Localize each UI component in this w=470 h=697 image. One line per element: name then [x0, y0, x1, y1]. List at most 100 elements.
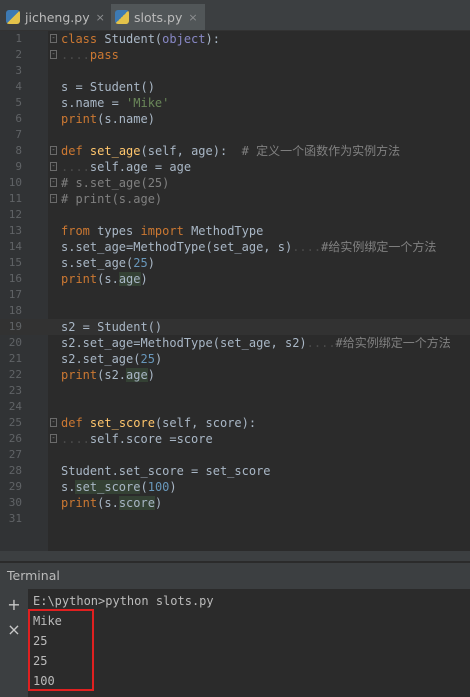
- code-line[interactable]: 13 from types import MethodType: [0, 223, 470, 239]
- code-line[interactable]: 29 s.set_score(100): [0, 479, 470, 495]
- line-number: 23: [8, 384, 22, 397]
- code-text: def set_score(self, score):: [61, 416, 257, 430]
- code-line[interactable]: 15 s.set_age(25): [0, 255, 470, 271]
- code-text: # print(s.age): [61, 192, 163, 206]
- code-line[interactable]: 11 - # print(s.age): [0, 191, 470, 207]
- code-line[interactable]: 6 print(s.name): [0, 111, 470, 127]
- code-line[interactable]: 24: [0, 399, 470, 415]
- code-line[interactable]: 8 - def set_age(self, age): # 定义一个函数作为实例方法: [0, 143, 470, 159]
- tab-label: jicheng.py: [25, 9, 90, 25]
- python-file-icon: [115, 10, 129, 24]
- code-line[interactable]: 19 s2 = Student(): [0, 319, 470, 335]
- close-tab-icon[interactable]: ×: [188, 11, 197, 24]
- terminal-title: Terminal: [0, 562, 470, 589]
- code-text: s2 = Student(): [61, 320, 163, 334]
- code-line[interactable]: 17: [0, 287, 470, 303]
- close-tab-icon[interactable]: ×: [96, 11, 105, 24]
- line-number: 11: [8, 192, 22, 205]
- code-text: s.set_age=MethodType(set_age, s)....#给实例…: [61, 240, 437, 254]
- code-text: # s.set_age(25): [61, 176, 170, 190]
- code-line[interactable]: 23: [0, 383, 470, 399]
- code-line[interactable]: 25 - def set_score(self, score):: [0, 415, 470, 431]
- code-text: ....self.age = age: [61, 160, 192, 174]
- line-number: 3: [15, 64, 22, 77]
- line-number: 18: [8, 304, 22, 317]
- code-line[interactable]: 10 - # s.set_age(25): [0, 175, 470, 191]
- line-number: 22: [8, 368, 22, 381]
- code-line[interactable]: 20 s2.set_age=MethodType(set_age, s2)....…: [0, 335, 470, 351]
- line-number: 17: [8, 288, 22, 301]
- line-number: 8: [15, 144, 22, 157]
- code-text: ....pass: [61, 48, 119, 62]
- tab-slots[interactable]: slots.py ×: [111, 4, 205, 30]
- line-number: 2: [15, 48, 22, 61]
- line-number: 7: [15, 128, 22, 141]
- line-number: 10: [8, 176, 22, 189]
- line-number: 20: [8, 336, 22, 349]
- code-text: ....self.score =score: [61, 432, 213, 446]
- line-number: 28: [8, 464, 22, 477]
- line-number: 26: [8, 432, 22, 445]
- code-line[interactable]: 28 Student.set_score = set_score: [0, 463, 470, 479]
- code-text: print(s2.age): [61, 368, 155, 382]
- code-line[interactable]: 22 print(s2.age): [0, 367, 470, 383]
- fold-marker-icon[interactable]: -: [50, 194, 57, 203]
- line-number: 9: [15, 160, 22, 173]
- line-number: 14: [8, 240, 22, 253]
- line-number: 24: [8, 400, 22, 413]
- line-number: 1: [15, 32, 22, 45]
- output-highlight-box: [28, 609, 94, 691]
- code-text: from types import MethodType: [61, 224, 264, 238]
- code-line[interactable]: 2 - ....pass: [0, 47, 470, 63]
- code-text: class Student(object):: [61, 32, 220, 46]
- editor-tab-bar: jicheng.py × slots.py ×: [0, 0, 470, 31]
- line-number: 6: [15, 112, 22, 125]
- panel-splitter[interactable]: [0, 551, 470, 561]
- code-line[interactable]: 12: [0, 207, 470, 223]
- tab-label: slots.py: [134, 9, 183, 25]
- fold-marker-icon[interactable]: -: [50, 34, 57, 43]
- python-file-icon: [6, 10, 20, 24]
- code-text: s = Student(): [61, 80, 155, 94]
- terminal-command: E:\python>python slots.py: [33, 594, 214, 608]
- code-line[interactable]: 1 - class Student(object):: [0, 31, 470, 47]
- code-text: s.set_age(25): [61, 256, 155, 270]
- code-line[interactable]: 5 s.name = 'Mike': [0, 95, 470, 111]
- line-number: 16: [8, 272, 22, 285]
- fold-marker-icon[interactable]: -: [50, 50, 57, 59]
- code-line[interactable]: 7: [0, 127, 470, 143]
- fold-marker-icon[interactable]: -: [50, 146, 57, 155]
- fold-marker-icon[interactable]: -: [50, 162, 57, 171]
- code-line[interactable]: 30 print(s.score): [0, 495, 470, 511]
- code-line[interactable]: 31: [0, 511, 470, 527]
- line-number: 13: [8, 224, 22, 237]
- code-line[interactable]: 14 s.set_age=MethodType(set_age, s)....#给…: [0, 239, 470, 255]
- line-number: 4: [15, 80, 22, 93]
- add-terminal-icon[interactable]: +: [6, 597, 22, 613]
- fold-marker-icon[interactable]: -: [50, 434, 57, 443]
- code-text: s2.set_age=MethodType(set_age, s2)....#给…: [61, 336, 451, 350]
- code-editor[interactable]: 1- class Student(object): 2- ....pass 3 4 s = …: [0, 31, 470, 551]
- line-number: 12: [8, 208, 22, 221]
- code-text: s.name = 'Mike': [61, 96, 170, 110]
- terminal-panel[interactable]: + × E:\python>python slots.py Mike 25 25…: [0, 589, 470, 697]
- code-text: s.set_score(100): [61, 480, 177, 494]
- code-line[interactable]: 27: [0, 447, 470, 463]
- line-number: 15: [8, 256, 22, 269]
- code-line[interactable]: 16 print(s.age): [0, 271, 470, 287]
- code-line[interactable]: 26 - ....self.score =score: [0, 431, 470, 447]
- code-line[interactable]: 21 s2.set_age(25): [0, 351, 470, 367]
- fold-marker-icon[interactable]: -: [50, 178, 57, 187]
- line-number: 25: [8, 416, 22, 429]
- line-number: 5: [15, 96, 22, 109]
- code-text: def set_age(self, age): # 定义一个函数作为实例方法: [61, 144, 401, 158]
- tab-jicheng[interactable]: jicheng.py ×: [2, 4, 105, 30]
- code-line[interactable]: 4 s = Student(): [0, 79, 470, 95]
- code-line[interactable]: 9 - ....self.age = age: [0, 159, 470, 175]
- close-terminal-icon[interactable]: ×: [6, 622, 22, 638]
- code-line[interactable]: 18: [0, 303, 470, 319]
- code-line[interactable]: 3: [0, 63, 470, 79]
- fold-marker-icon[interactable]: -: [50, 418, 57, 427]
- line-number: 31: [8, 512, 22, 525]
- line-number: 21: [8, 352, 22, 365]
